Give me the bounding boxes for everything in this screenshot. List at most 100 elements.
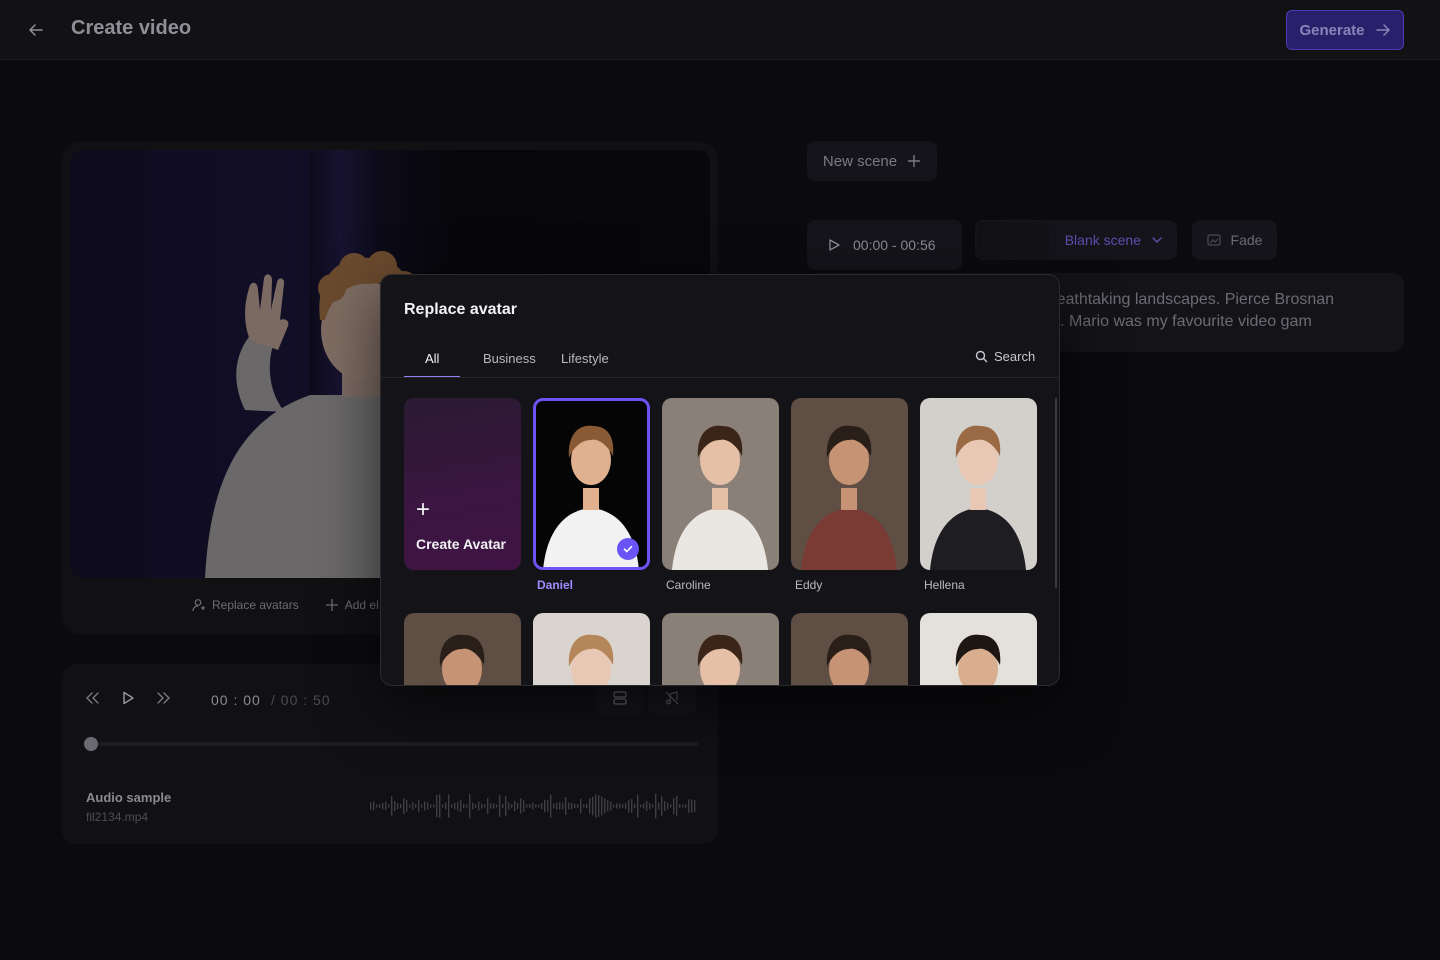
waveform-bar bbox=[445, 802, 447, 810]
add-element-button[interactable]: Add el bbox=[325, 598, 379, 612]
avatar-name-label: Caroline bbox=[666, 578, 711, 592]
avatar-portrait bbox=[662, 613, 779, 685]
waveform-bar bbox=[652, 804, 654, 808]
audio-track-file: fil2134.mp4 bbox=[86, 810, 149, 824]
waveform-bar bbox=[544, 799, 546, 813]
replace-avatar-modal: Replace avatar All Business Lifestyle Se… bbox=[380, 274, 1060, 686]
progress-handle[interactable] bbox=[84, 737, 98, 751]
user-swap-icon bbox=[192, 599, 205, 612]
waveform-bar bbox=[463, 803, 465, 809]
avatar-portrait bbox=[662, 398, 779, 570]
scene-play-button[interactable]: 00:00 - 00:56 bbox=[807, 220, 962, 270]
waveform-bar bbox=[499, 795, 501, 817]
waveform-bar bbox=[484, 804, 486, 808]
waveform-bar bbox=[640, 804, 642, 808]
waveform-bar bbox=[373, 801, 375, 811]
fast-forward-button[interactable] bbox=[154, 688, 174, 708]
tab-lifestyle[interactable]: Lifestyle bbox=[561, 351, 609, 366]
avatar-card[interactable] bbox=[920, 613, 1037, 685]
waveform-bar bbox=[571, 802, 573, 810]
audio-waveform[interactable] bbox=[370, 792, 696, 820]
waveform-bar bbox=[694, 800, 696, 812]
waveform-bar bbox=[592, 796, 594, 816]
waveform-bar bbox=[472, 802, 474, 810]
waveform-bar bbox=[604, 798, 606, 814]
waveform-bar bbox=[607, 800, 609, 812]
back-button[interactable] bbox=[22, 16, 50, 44]
waveform-bar bbox=[538, 804, 540, 808]
play-button[interactable] bbox=[118, 688, 138, 708]
avatar-card[interactable] bbox=[404, 613, 521, 685]
layers-icon bbox=[613, 691, 627, 705]
avatar-category-tabs: All Business Lifestyle bbox=[404, 345, 1038, 378]
tab-all[interactable]: All bbox=[425, 351, 439, 366]
current-time: 00 : 00 bbox=[211, 692, 261, 708]
waveform-bar bbox=[385, 802, 387, 810]
waveform-bar bbox=[553, 803, 555, 809]
avatar-name-label: Daniel bbox=[537, 578, 574, 592]
generate-button[interactable]: Generate bbox=[1286, 10, 1404, 50]
avatar-card-eddy[interactable] bbox=[791, 398, 908, 570]
replace-avatars-button[interactable]: Replace avatars bbox=[192, 598, 299, 612]
check-icon bbox=[617, 538, 639, 560]
transition-icon bbox=[1206, 234, 1221, 246]
progress-track[interactable] bbox=[84, 742, 698, 746]
waveform-bar bbox=[559, 802, 561, 810]
rewind-button[interactable] bbox=[82, 688, 102, 708]
waveform-bar bbox=[580, 798, 582, 814]
avatar-card[interactable] bbox=[533, 613, 650, 685]
avatar-card-hellena[interactable] bbox=[920, 398, 1037, 570]
waveform-bar bbox=[370, 802, 372, 810]
music-off-icon bbox=[665, 691, 679, 705]
waveform-bar bbox=[577, 804, 579, 808]
arrow-right-icon bbox=[1375, 24, 1390, 36]
waveform-bar bbox=[478, 801, 480, 811]
waveform-bar bbox=[625, 803, 627, 809]
avatar-card[interactable] bbox=[662, 613, 779, 685]
play-icon bbox=[829, 239, 840, 251]
search-button[interactable]: Search bbox=[975, 349, 1035, 364]
waveform-bar bbox=[502, 804, 504, 808]
waveform-bar bbox=[661, 796, 663, 816]
total-time: / 00 : 50 bbox=[271, 692, 331, 708]
waveform-bar bbox=[616, 803, 618, 809]
waveform-bar bbox=[436, 794, 438, 818]
waveform-bar bbox=[442, 804, 444, 808]
waveform-bar bbox=[589, 798, 591, 814]
waveform-bar bbox=[520, 798, 522, 814]
scene-background-select[interactable]: Blank scene bbox=[975, 220, 1177, 260]
fast-forward-icon bbox=[157, 692, 170, 704]
waveform-bar bbox=[415, 804, 417, 808]
music-off-button[interactable] bbox=[648, 682, 696, 714]
waveform-bar bbox=[391, 796, 393, 816]
new-scene-button[interactable]: New scene bbox=[807, 141, 937, 181]
waveform-bar bbox=[673, 797, 675, 815]
layers-button[interactable] bbox=[596, 682, 644, 714]
waveform-bar bbox=[565, 797, 567, 815]
transition-button[interactable]: Fade bbox=[1192, 220, 1277, 260]
waveform-bar bbox=[418, 799, 420, 813]
waveform-bar bbox=[433, 804, 435, 808]
avatar-name-label: Eddy bbox=[795, 578, 823, 592]
waveform-bar bbox=[421, 804, 423, 808]
waveform-bar bbox=[562, 802, 564, 810]
waveform-bar bbox=[613, 804, 615, 808]
avatar-card-daniel[interactable] bbox=[533, 398, 650, 570]
waveform-bar bbox=[667, 802, 669, 810]
waveform-bar bbox=[511, 804, 513, 808]
waveform-bar bbox=[691, 799, 693, 813]
waveform-bar bbox=[409, 804, 411, 808]
avatar-grid-scrollbar[interactable] bbox=[1055, 398, 1057, 588]
waveform-bar bbox=[637, 794, 639, 818]
waveform-bar bbox=[541, 802, 543, 810]
waveform-bar bbox=[481, 803, 483, 809]
create-avatar-card[interactable]: + Create Avatar bbox=[404, 398, 521, 570]
avatar-name-label: Hellena bbox=[924, 578, 965, 592]
waveform-bar bbox=[643, 803, 645, 809]
avatar-card[interactable] bbox=[791, 613, 908, 685]
waveform-bar bbox=[487, 798, 489, 814]
search-icon bbox=[975, 350, 988, 363]
avatar-card-caroline[interactable] bbox=[662, 398, 779, 570]
tab-business[interactable]: Business bbox=[483, 351, 536, 366]
waveform-bar bbox=[550, 794, 552, 818]
